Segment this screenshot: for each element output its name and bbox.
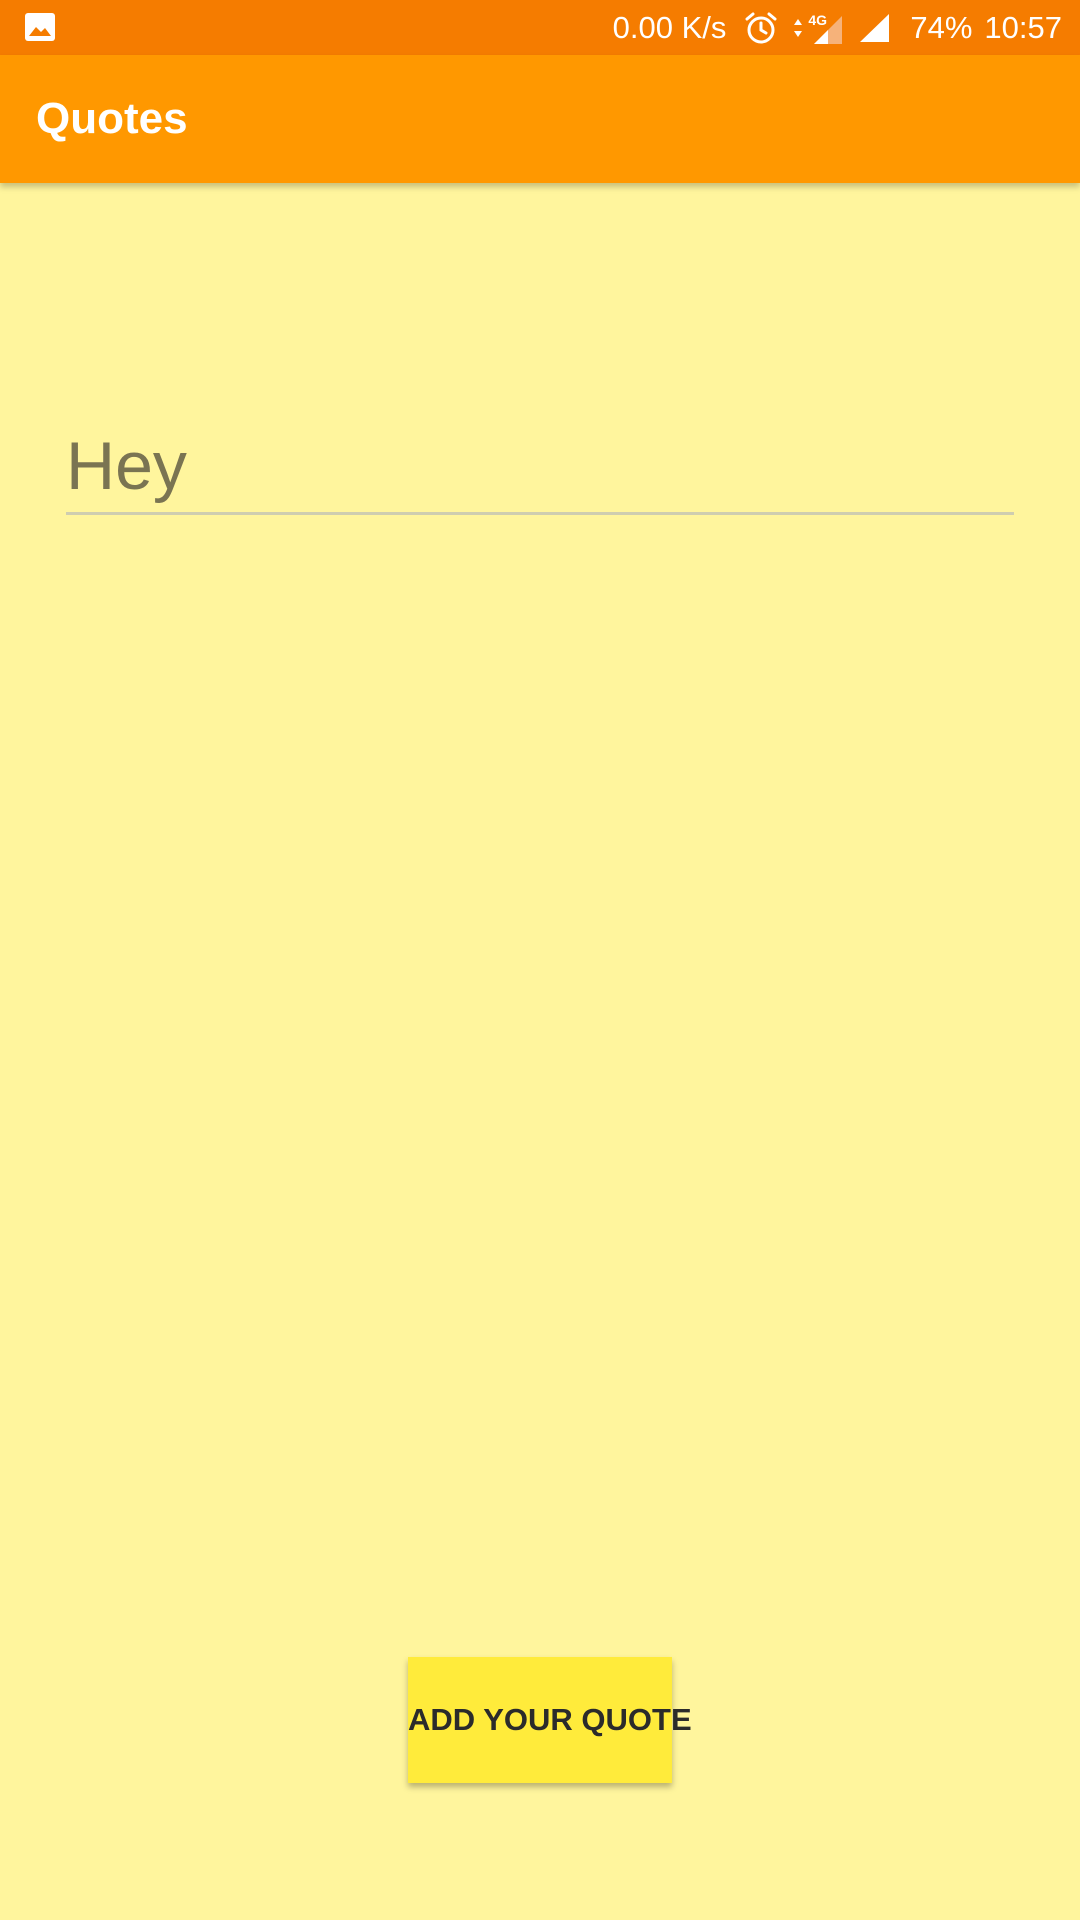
network-type-label: 4G — [808, 11, 828, 28]
status-bar: 0.00 K/s 4G 74% 10:57 — [0, 0, 1080, 55]
mobile-signal-4g-icon: 4G — [808, 10, 844, 46]
clock-time: 10:57 — [984, 9, 1062, 45]
page-title: Quotes — [36, 94, 188, 143]
image-icon — [24, 12, 56, 42]
add-quote-button[interactable]: ADD YOUR QUOTE — [408, 1657, 692, 1783]
alarm-clock-icon — [744, 11, 778, 45]
app-bar: Quotes — [0, 55, 1080, 183]
quote-field — [66, 420, 1014, 515]
status-indicators: 0.00 K/s 4G 74% 10:57 — [613, 0, 1062, 55]
data-activity-icon — [792, 17, 804, 39]
net-speed-text: 0.00 K/s — [612, 9, 727, 45]
quote-input[interactable] — [66, 420, 1014, 512]
signal-strength-icon — [858, 12, 890, 44]
battery-percent: 74% — [910, 9, 973, 45]
